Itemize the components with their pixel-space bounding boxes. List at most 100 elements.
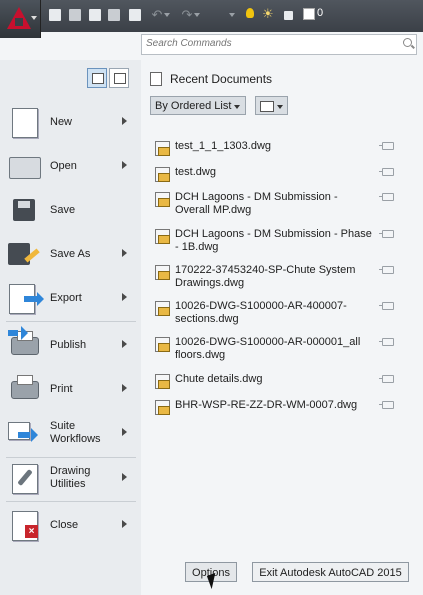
undo-icon[interactable]: ↶ xyxy=(148,7,174,23)
menu-item-save[interactable]: Save xyxy=(6,190,138,230)
search-commands-field[interactable] xyxy=(141,34,417,55)
chevron-right-icon xyxy=(122,520,127,528)
title-bar: ↶ ↷ ☀ 0 xyxy=(0,0,423,33)
file-name: BHR-WSP-RE-ZZ-DR-WM-0007.dwg xyxy=(175,399,358,411)
menu-item-label: New xyxy=(50,115,73,128)
dwg-file-icon xyxy=(155,374,170,389)
export-icon xyxy=(6,281,44,315)
menu-item-label: Save xyxy=(50,203,76,216)
pin-icon[interactable] xyxy=(379,375,394,383)
search-icon[interactable] xyxy=(403,38,412,47)
recent-documents-icon[interactable] xyxy=(87,68,107,88)
file-name: Chute details.dwg xyxy=(175,373,263,385)
plot-icon[interactable] xyxy=(127,7,143,23)
chevron-right-icon xyxy=(122,428,127,436)
printer-icon xyxy=(6,372,42,406)
drawing-utilities-icon xyxy=(6,461,42,495)
file-name: test_1_1_1303.dwg xyxy=(175,140,272,152)
new-icon[interactable] xyxy=(47,7,63,23)
chevron-down-icon xyxy=(234,105,240,109)
sun-icon[interactable]: ☀ xyxy=(262,7,274,21)
dwg-file-icon xyxy=(155,229,170,244)
menu-item-label: Open xyxy=(50,159,77,172)
menu-item-label: Suite Workflows xyxy=(50,420,101,445)
suite-workflows-icon xyxy=(6,416,42,450)
pin-icon[interactable] xyxy=(379,401,394,409)
new-document-icon xyxy=(6,105,42,139)
menu-item-suite-workflows[interactable]: Suite Workflows xyxy=(6,413,138,453)
pin-icon[interactable] xyxy=(379,266,394,274)
menu-item-label: Print xyxy=(50,382,73,395)
lightbulb-icon[interactable] xyxy=(246,8,254,18)
chevron-right-icon xyxy=(122,384,127,392)
pin-icon[interactable] xyxy=(379,168,394,176)
search-input[interactable] xyxy=(142,35,396,52)
save-as-icon[interactable] xyxy=(106,7,122,23)
chevron-right-icon xyxy=(122,249,127,257)
menu-divider xyxy=(6,501,136,502)
exit-autocad-button[interactable]: Exit Autodesk AutoCAD 2015 xyxy=(252,562,409,582)
recent-file[interactable]: 10026-DWG-S100000-AR-400007-sections.dwg xyxy=(155,300,410,326)
pin-icon[interactable] xyxy=(379,193,394,201)
pin-icon[interactable] xyxy=(379,230,394,238)
menu-item-publish[interactable]: Publish xyxy=(6,325,138,365)
menu-item-close[interactable]: × Close xyxy=(6,505,138,545)
menu-item-print[interactable]: Print xyxy=(6,369,138,409)
recent-file[interactable]: DCH Lagoons - DM Submission - Overall MP… xyxy=(155,191,410,217)
file-name: 10026-DWG-S100000-AR-000001_all floors.d… xyxy=(175,336,361,361)
publish-icon xyxy=(6,326,42,362)
file-name: DCH Lagoons - DM Submission - Overall MP… xyxy=(175,191,338,216)
recent-file[interactable]: test_1_1_1303.dwg xyxy=(155,140,410,156)
dwg-file-icon xyxy=(155,337,170,352)
recent-file[interactable]: test.dwg xyxy=(155,166,410,182)
dwg-file-icon xyxy=(155,265,170,280)
dwg-file-icon xyxy=(155,167,170,182)
order-by-dropdown[interactable]: By Ordered List xyxy=(150,96,246,115)
application-menu-button[interactable] xyxy=(0,0,41,38)
floppy-disk-icon xyxy=(6,193,42,227)
recent-documents-title: Recent Documents xyxy=(170,72,273,86)
layer-color-swatch[interactable] xyxy=(303,8,315,20)
menu-item-export[interactable]: Export xyxy=(6,278,138,318)
menu-item-label: Drawing Utilities xyxy=(50,465,91,490)
chevron-down-icon xyxy=(31,16,37,20)
save-as-icon xyxy=(6,237,42,271)
customize-dropdown-icon[interactable] xyxy=(226,7,236,23)
menu-item-new[interactable]: New xyxy=(6,102,138,142)
icon-view-icon xyxy=(260,101,274,112)
menu-item-drawing-utilities[interactable]: Drawing Utilities xyxy=(6,458,138,498)
menu-item-label: Save As xyxy=(50,247,91,260)
pin-icon[interactable] xyxy=(379,338,394,346)
redo-icon[interactable]: ↷ xyxy=(178,7,204,23)
recent-file[interactable]: Chute details.dwg xyxy=(155,373,410,389)
dwg-file-icon xyxy=(155,400,170,415)
menu-item-open[interactable]: Open xyxy=(6,146,138,186)
menu-item-label: Publish xyxy=(50,338,87,351)
open-icon[interactable] xyxy=(67,7,83,23)
dwg-file-icon xyxy=(155,192,170,207)
chevron-down-icon xyxy=(277,105,283,109)
file-name: test.dwg xyxy=(175,166,216,178)
menu-divider xyxy=(6,321,136,322)
lock-icon[interactable] xyxy=(282,7,294,23)
menu-item-save-as[interactable]: Save As xyxy=(6,234,138,274)
pin-icon[interactable] xyxy=(379,302,394,310)
open-documents-icon[interactable] xyxy=(109,68,129,88)
save-icon[interactable] xyxy=(87,7,103,23)
recent-file[interactable]: BHR-WSP-RE-ZZ-DR-WM-0007.dwg xyxy=(155,399,410,415)
file-name: 170222-37453240-SP-Chute System Drawings… xyxy=(175,264,356,289)
layer-name[interactable]: 0 xyxy=(317,7,323,19)
chevron-right-icon xyxy=(122,473,127,481)
recent-file[interactable]: 170222-37453240-SP-Chute System Drawings… xyxy=(155,264,410,290)
menu-item-label: Close xyxy=(50,518,79,531)
recent-documents-icon xyxy=(150,72,162,86)
file-name: 10026-DWG-S100000-AR-400007-sections.dwg xyxy=(175,300,347,325)
dwg-file-icon xyxy=(155,301,170,316)
file-name: DCH Lagoons - DM Submission - Phase - 1B… xyxy=(175,228,372,253)
display-icons-dropdown[interactable] xyxy=(255,96,288,115)
recent-file[interactable]: 10026-DWG-S100000-AR-000001_all floors.d… xyxy=(155,336,410,362)
chevron-right-icon xyxy=(122,293,127,301)
recent-file[interactable]: DCH Lagoons - DM Submission - Phase - 1B… xyxy=(155,228,410,254)
pin-icon[interactable] xyxy=(379,142,394,150)
close-document-icon: × xyxy=(6,508,42,542)
